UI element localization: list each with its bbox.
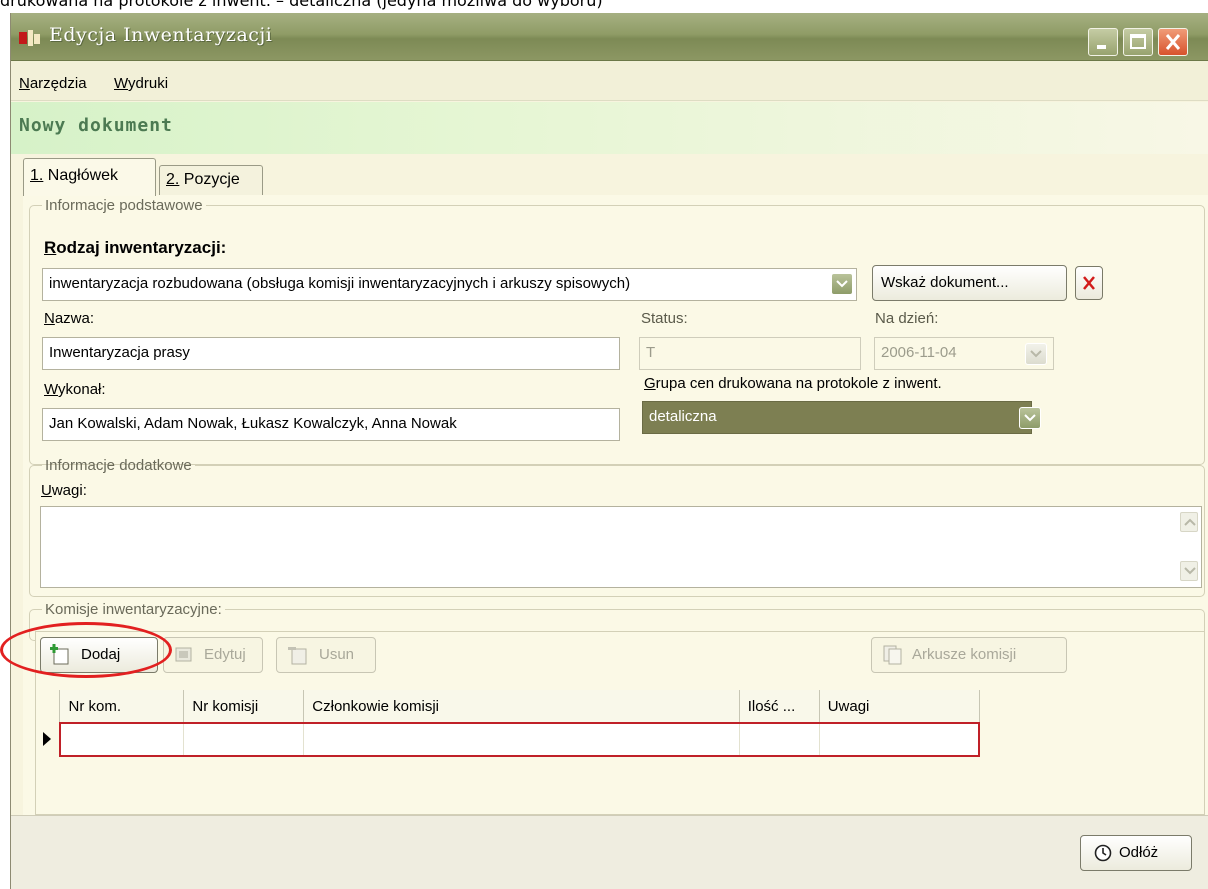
price-group-label: Grupa cen drukowana na protokole z inwen… — [644, 375, 942, 392]
date-dropdown-button — [1025, 343, 1047, 365]
current-row-icon — [43, 732, 51, 746]
additional-info-legend: Informacje dodatkowe — [45, 457, 192, 474]
cell-quantity[interactable] — [738, 722, 820, 757]
edit-icon — [175, 647, 192, 662]
delete-document-icon — [288, 647, 307, 665]
clear-document-button[interactable] — [1075, 266, 1103, 300]
footer-bar: Odłóż — [11, 815, 1208, 889]
menu-printouts[interactable]: Wydruki — [114, 75, 168, 92]
title-bar[interactable]: Edycja Inwentaryzacji — [11, 13, 1208, 61]
tab-items[interactable]: 2. Pozycje — [159, 165, 263, 196]
status-label: Status: — [641, 310, 688, 327]
performer-label: Wykonał: — [44, 381, 106, 398]
name-label: Nazwa: — [44, 310, 95, 327]
cell-notes[interactable] — [818, 722, 980, 757]
chevron-down-icon — [836, 280, 848, 288]
cell-nr-kom[interactable] — [59, 722, 185, 757]
column-header-nr-komisji[interactable]: Nr komisji — [183, 690, 305, 723]
committee-sheets-button: Arkusze komisji — [871, 637, 1067, 673]
name-field[interactable]: Inwentaryzacja prasy — [42, 337, 620, 370]
column-header-quantity[interactable]: Ilość ... — [739, 690, 820, 723]
price-group-dropdown-button[interactable] — [1019, 407, 1041, 429]
notes-scroll-down-button[interactable] — [1180, 561, 1198, 581]
maximize-button[interactable] — [1123, 28, 1153, 56]
inventory-type-label: Rodzaj inwentaryzacji: — [44, 238, 227, 257]
menu-bar: Narzędzia Wydruki — [11, 61, 1208, 101]
window-title: Edycja Inwentaryzacji — [49, 24, 273, 46]
close-button[interactable] — [1158, 28, 1188, 56]
select-document-button[interactable]: Wskaż dokument... — [872, 265, 1067, 301]
status-field: T — [639, 337, 861, 370]
clock-icon — [1094, 844, 1112, 862]
inventory-type-dropdown-button[interactable] — [831, 273, 853, 295]
committees-table: Nr kom. Nr komisji Członkowie komisji Il… — [36, 690, 980, 757]
date-label: Na dzień: — [875, 310, 939, 327]
document-state-banner: Nowy dokument — [11, 102, 1208, 154]
delete-committee-label: Usun — [319, 646, 355, 663]
committee-sheets-label: Arkusze komisji — [912, 646, 1017, 663]
column-header-notes[interactable]: Uwagi — [819, 690, 980, 723]
tab-header[interactable]: 1. Nagłówek — [23, 158, 156, 196]
edit-committee-label: Edytuj — [204, 646, 246, 663]
close-icon — [1165, 34, 1181, 50]
postpone-button[interactable]: Odłóż — [1080, 835, 1192, 871]
document-state-label: Nowy dokument — [19, 115, 173, 136]
chevron-down-icon — [1030, 350, 1042, 358]
add-document-icon — [50, 644, 69, 665]
delete-committee-button: Usun — [276, 637, 376, 673]
minimize-icon — [1097, 45, 1106, 49]
edit-committee-button: Edytuj — [163, 637, 263, 673]
chevron-up-icon — [1184, 518, 1196, 526]
chevron-down-icon — [1184, 567, 1196, 575]
row-indicator-cell — [36, 723, 61, 756]
add-committee-label: Dodaj — [81, 646, 121, 663]
chevron-down-icon — [1024, 414, 1036, 422]
sheets-icon — [883, 645, 902, 665]
close-icon — [1083, 276, 1095, 290]
inventory-edit-window: Edycja Inwentaryzacji Narzędzia Wydruki … — [10, 13, 1208, 889]
table-header-row: Nr kom. Nr komisji Członkowie komisji Il… — [36, 690, 980, 723]
performer-field[interactable]: Jan Kowalski, Adam Nowak, Łukasz Kowalcz… — [42, 408, 620, 441]
committees-legend: Komisje inwentaryzacyjne: — [45, 601, 222, 618]
caption-text: drukowana na protokole z inwent. – detal… — [0, 0, 603, 10]
notes-scroll-up-button[interactable] — [1180, 512, 1198, 532]
table-row[interactable] — [36, 722, 980, 757]
inventory-type-select[interactable]: inwentaryzacja rozbudowana (obsługa komi… — [42, 268, 857, 301]
cell-members[interactable] — [303, 722, 740, 757]
price-group-select[interactable]: detaliczna — [642, 401, 1032, 434]
basic-info-legend: Informacje podstawowe — [45, 197, 203, 214]
column-header-members[interactable]: Członkowie komisji — [303, 690, 740, 723]
app-logo-icon — [19, 30, 40, 46]
notes-textarea[interactable] — [40, 506, 1202, 588]
maximize-icon — [1130, 34, 1146, 49]
column-header-nr-kom[interactable]: Nr kom. — [59, 690, 185, 723]
cell-nr-komisji[interactable] — [183, 722, 305, 757]
menu-tools[interactable]: Narzędzia — [19, 75, 87, 92]
minimize-button[interactable] — [1088, 28, 1118, 56]
add-committee-button[interactable]: Dodaj — [40, 637, 158, 673]
notes-label: Uwagi: — [41, 482, 87, 499]
header-tab-panel: Informacje podstawowe Rodzaj inwentaryza… — [23, 195, 1208, 815]
postpone-label: Odłóż — [1119, 844, 1159, 861]
row-selector-header — [36, 690, 61, 723]
